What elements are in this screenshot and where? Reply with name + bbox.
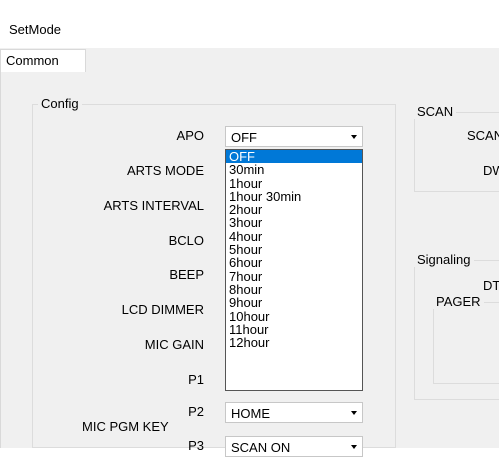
apo-dropdown-list[interactable]: OFF 30min 1hour 1hour 30min 2hour 3hour … [225,149,363,391]
apo-option[interactable]: 5hour [226,243,362,256]
apo-option[interactable]: 7hour [226,270,362,283]
apo-option[interactable]: OFF [226,150,362,164]
mic-gain-label: MIC GAIN [144,337,204,352]
title-bar: SetMode [0,0,499,48]
arts-interval-label: ARTS INTERVAL [103,198,204,213]
window-title: SetMode [9,22,62,37]
apo-combobox[interactable]: OFF [225,126,363,147]
apo-option[interactable]: 2hour [226,203,362,216]
arts-mode-label: ARTS MODE [126,163,204,178]
apo-value: OFF [231,130,257,145]
p2-value: HOME [231,406,270,421]
signaling-legend: Signaling [414,252,474,267]
apo-option[interactable]: 9hour [226,296,362,309]
apo-option[interactable]: 10hour [226,309,362,323]
apo-option[interactable]: 12hour [226,336,362,349]
chevron-down-icon[interactable] [351,445,357,449]
scan-group [414,112,499,192]
apo-option[interactable]: 3hour [226,216,362,229]
p3-label: P3 [188,438,204,453]
pager-legend: PAGER [433,294,484,309]
p2-combobox[interactable]: HOME [225,402,363,423]
apo-option[interactable]: 1hour 30min [226,190,362,203]
pager-group [433,302,499,384]
config-legend: Config [38,96,82,111]
beep-label: BEEP [169,267,204,282]
apo-option[interactable]: 30min [226,163,362,176]
apo-option[interactable]: 4hour [226,230,362,243]
mic-pgm-key-label: MIC PGM KEY [82,419,169,434]
chevron-down-icon[interactable] [351,411,357,415]
scan-legend: SCAN [414,104,457,119]
apo-option[interactable]: 11hour [226,323,362,336]
apo-label: APO [176,128,204,143]
dt-label: DT [483,278,499,293]
p1-label: P1 [188,372,204,387]
lcd-dimmer-label: LCD DIMMER [121,302,204,317]
p3-combobox[interactable]: SCAN ON [225,436,363,457]
dw-label: DW [483,163,499,178]
p2-label: P2 [188,404,204,419]
scan-label: SCAN [467,128,499,143]
tab-strip: Common [0,48,499,72]
chevron-down-icon[interactable] [351,135,357,139]
apo-option[interactable]: 8hour [226,283,362,296]
apo-option[interactable]: 1hour [226,176,362,190]
tab-common[interactable]: Common [0,49,86,72]
bclo-label: BCLO [168,233,204,248]
tab-common-label: Common [6,53,59,68]
apo-option[interactable]: 6hour [226,256,362,269]
